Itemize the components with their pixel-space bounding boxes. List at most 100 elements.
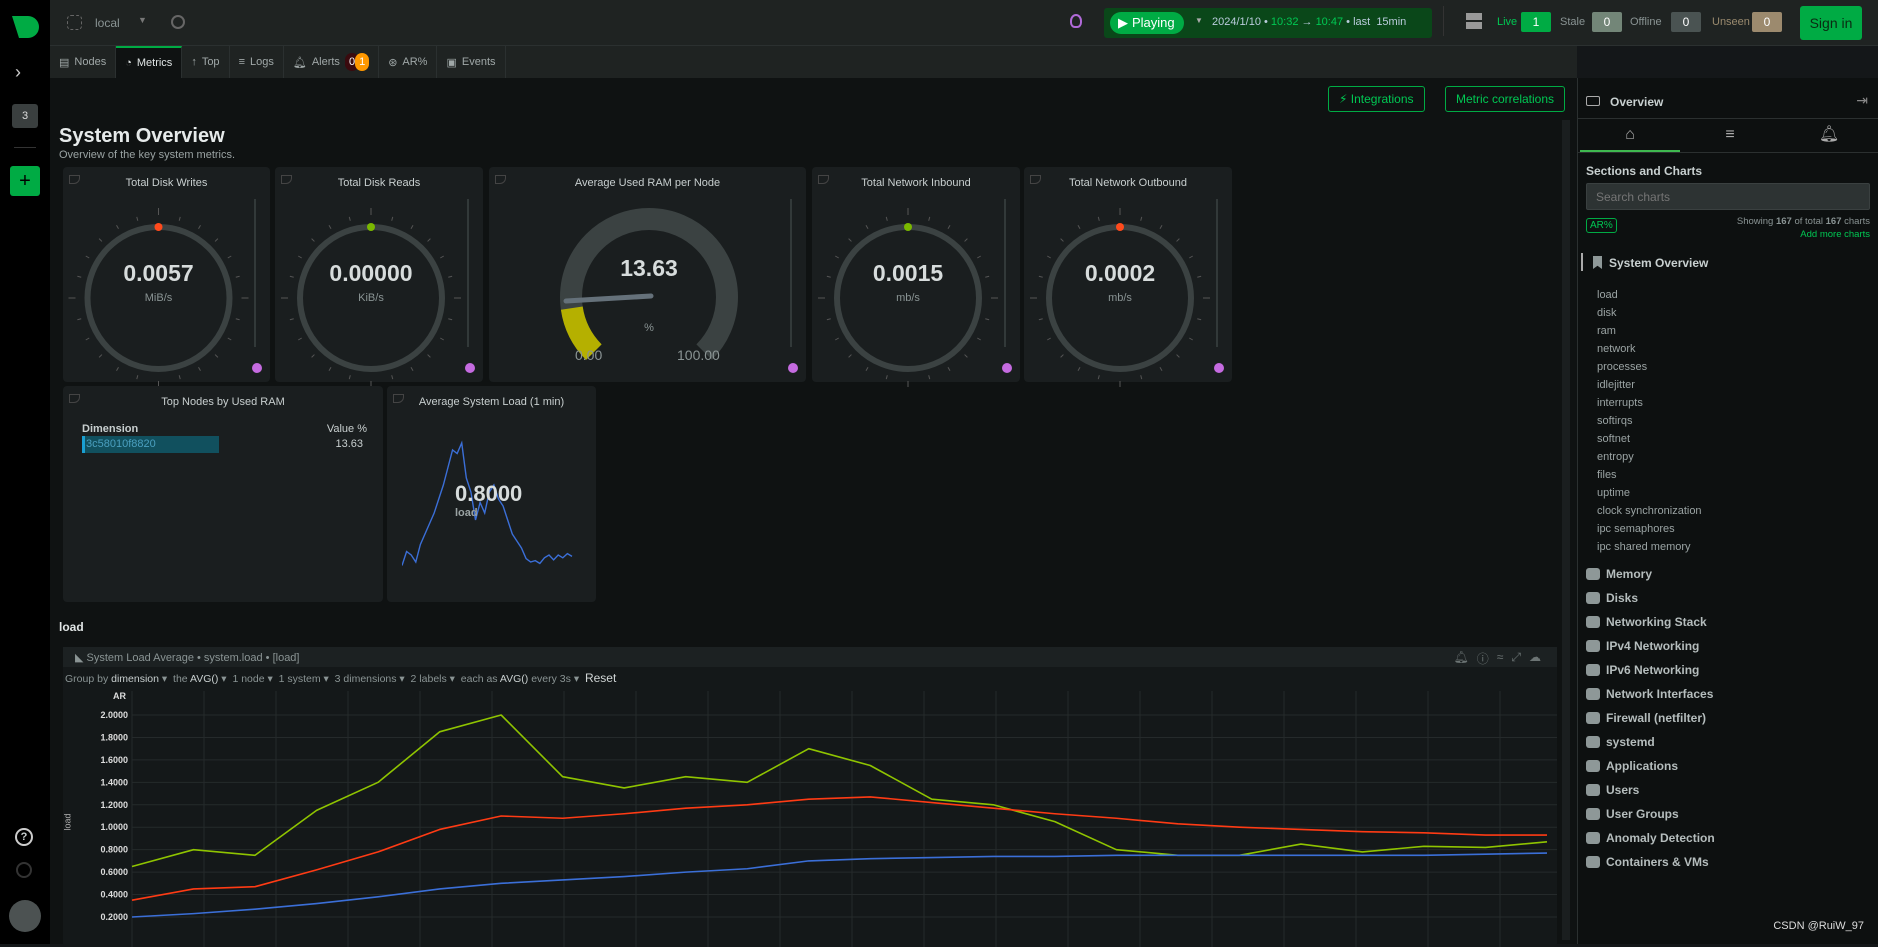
sidebar-subitem[interactable]: processes <box>1597 361 1647 373</box>
sidebar-subitem[interactable]: softnet <box>1597 433 1630 445</box>
section-icon <box>1586 784 1600 796</box>
left-rail: › 3 + ? <box>0 0 50 944</box>
sidebar-section[interactable]: IPv4 Networking <box>1586 639 1699 653</box>
sidebar-subitem[interactable]: ram <box>1597 325 1616 337</box>
overview-icon <box>1586 96 1600 106</box>
add-more-charts-link[interactable]: Add more charts <box>1800 229 1870 240</box>
tab-charts-nav[interactable]: ⌂ <box>1580 120 1680 152</box>
aggregation-dropdown[interactable]: the AVG() ▾ <box>173 673 227 685</box>
live-count[interactable]: 1 <box>1521 12 1551 32</box>
info-icon[interactable]: ⓘ <box>1477 650 1489 667</box>
group-by-dropdown[interactable]: Group by dimension ▾ <box>65 673 167 685</box>
settings-gear-icon[interactable] <box>171 15 185 29</box>
sidebar-section[interactable]: Anomaly Detection <box>1586 831 1715 845</box>
add-to-dashboard-icon[interactable]: ☁ <box>1529 650 1541 667</box>
collapse-panel-icon[interactable]: ⇥ <box>1856 92 1868 109</box>
nodes-dropdown[interactable]: 1 node <box>232 673 264 685</box>
system-load-chart[interactable]: 2.0000 1.8000 1.6000 1.4000 1.2000 1.0000 0.80… <box>63 687 1557 947</box>
table-row-dimension[interactable]: 3c58010f8820 <box>82 436 219 453</box>
sidebar-section[interactable]: systemd <box>1586 735 1655 749</box>
add-space-button[interactable]: + <box>10 166 40 196</box>
sidebar-subitem[interactable]: uptime <box>1597 487 1630 499</box>
sidebar-subitem[interactable]: idlejitter <box>1597 379 1635 391</box>
lightbulb-icon[interactable] <box>1070 14 1082 28</box>
time-control[interactable]: ▶ Playing ▼ 2024/1/10 • 10:32 → 10:47 • l… <box>1104 8 1432 38</box>
gauge-ring <box>68 199 262 387</box>
fullscreen-icon[interactable]: ⤢ <box>1511 650 1521 667</box>
sidebar-section[interactable]: Applications <box>1586 759 1678 773</box>
tab-nodes[interactable]: ▤ Nodes <box>50 46 117 78</box>
time-aggregation-dropdown[interactable]: each as AVG() every 3s ▾ <box>461 673 579 685</box>
help-icon[interactable]: ? <box>15 828 33 846</box>
sidebar-subitem[interactable]: entropy <box>1597 451 1634 463</box>
ar-toggle-button[interactable]: AR% <box>1586 218 1617 233</box>
user-avatar[interactable] <box>9 900 41 932</box>
offline-label: Offline <box>1630 16 1662 28</box>
tab-alerts[interactable]: 🔔︎ Alerts 0 1 <box>284 46 380 78</box>
chevron-down-icon[interactable]: ▼ <box>138 15 147 25</box>
tab-events[interactable]: ▣ Events <box>437 46 506 78</box>
time-range[interactable]: 2024/1/10 • 10:32 → 10:47 • last 15min <box>1212 16 1406 28</box>
room-selector[interactable]: local <box>95 16 120 30</box>
integrations-button[interactable]: ⚡︎ Integrations <box>1328 86 1425 112</box>
sidebar-section[interactable]: Networking Stack <box>1586 615 1707 629</box>
anomaly-icon <box>788 363 798 373</box>
sidebar-item-system-overview[interactable]: System Overview <box>1609 256 1708 270</box>
sidebar-section[interactable]: Disks <box>1586 591 1638 605</box>
chevron-down-icon[interactable]: ▼ <box>1195 16 1203 25</box>
sidebar-section[interactable]: Firewall (netfilter) <box>1586 711 1706 725</box>
warning-alerts-badge[interactable]: 1 <box>355 53 370 71</box>
sidebar-section[interactable]: IPv6 Networking <box>1586 663 1699 677</box>
gauge-unit: KiB/s <box>358 292 384 304</box>
sidebar-subitem[interactable]: ipc shared memory <box>1597 541 1691 553</box>
tab-top[interactable]: ↑ Top <box>182 46 230 78</box>
expand-chevron-icon[interactable]: › <box>15 62 21 83</box>
sidebar-subitem[interactable]: disk <box>1597 307 1617 319</box>
stale-count[interactable]: 0 <box>1592 12 1622 32</box>
sidebar-section[interactable]: User Groups <box>1586 807 1679 821</box>
playing-button[interactable]: ▶ Playing <box>1110 12 1184 34</box>
filter-icon: ≡ <box>1725 126 1735 143</box>
tab-ar[interactable]: ⊛ AR% <box>379 46 438 78</box>
gauge-value: 13.63 <box>620 255 678 281</box>
labels-dropdown[interactable]: 2 labels <box>411 673 447 685</box>
system-load-chart-card: ◣ System Load Average • system.load • [l… <box>63 647 1557 947</box>
y-tick-label: 1.0000 <box>100 822 128 832</box>
tab-bar: ▤ Nodes ◔ Metrics ↑ Top ≡ Logs 🔔︎ Alerts 0 1 ⊛ A… <box>50 46 1577 78</box>
space-badge[interactable]: 3 <box>12 104 38 128</box>
settings-icon[interactable] <box>16 862 32 878</box>
sidebar-section[interactable]: Users <box>1586 783 1639 797</box>
charts-count: Showing 167 of total 167 charts <box>1736 216 1870 227</box>
sidebar-subitem[interactable]: load <box>1597 289 1618 301</box>
offline-count[interactable]: 0 <box>1671 12 1701 32</box>
anomaly-icon <box>1002 363 1012 373</box>
sidebar-subitem[interactable]: files <box>1597 469 1617 481</box>
metric-correlations-button[interactable]: Metric correlations <box>1445 86 1566 112</box>
sidebar-section[interactable]: Memory <box>1586 567 1652 581</box>
sidebar-subitem[interactable]: interrupts <box>1597 397 1643 409</box>
bell-icon[interactable]: 🔔︎ <box>1454 650 1469 667</box>
dimensions-dropdown[interactable]: 3 dimensions <box>335 673 397 685</box>
sidebar-section[interactable]: Network Interfaces <box>1586 687 1713 701</box>
sidebar-subitem[interactable]: softirqs <box>1597 415 1632 427</box>
sidebar-subitem[interactable]: network <box>1597 343 1636 355</box>
scrollbar[interactable] <box>1562 120 1570 940</box>
column-header: Value % <box>326 423 367 435</box>
tab-logs[interactable]: ≡ Logs <box>230 46 284 78</box>
unseen-count[interactable]: 0 <box>1752 12 1782 32</box>
tab-metrics[interactable]: ◔ Metrics <box>116 46 183 78</box>
netdata-logo-icon[interactable] <box>10 14 40 40</box>
sign-in-button[interactable]: Sign in <box>1800 6 1862 40</box>
tab-alerts-panel[interactable]: 🔔︎ <box>1780 120 1878 152</box>
sidebar-subitem[interactable]: clock synchronization <box>1597 505 1702 517</box>
load-unit: load <box>455 507 478 519</box>
systems-dropdown[interactable]: 1 system <box>279 673 321 685</box>
reset-button[interactable]: Reset <box>585 671 616 685</box>
sidebar-section[interactable]: Containers & VMs <box>1586 855 1709 869</box>
tab-filters[interactable]: ≡ <box>1680 120 1780 152</box>
sidebar-subitem[interactable]: ipc semaphores <box>1597 523 1675 535</box>
correlation-icon[interactable]: ≈ <box>1497 650 1504 667</box>
top-nodes-card: Top Nodes by Used RAM Dimension Value % … <box>63 386 383 602</box>
search-charts-input[interactable] <box>1586 183 1870 210</box>
gauge-ring <box>281 199 475 387</box>
